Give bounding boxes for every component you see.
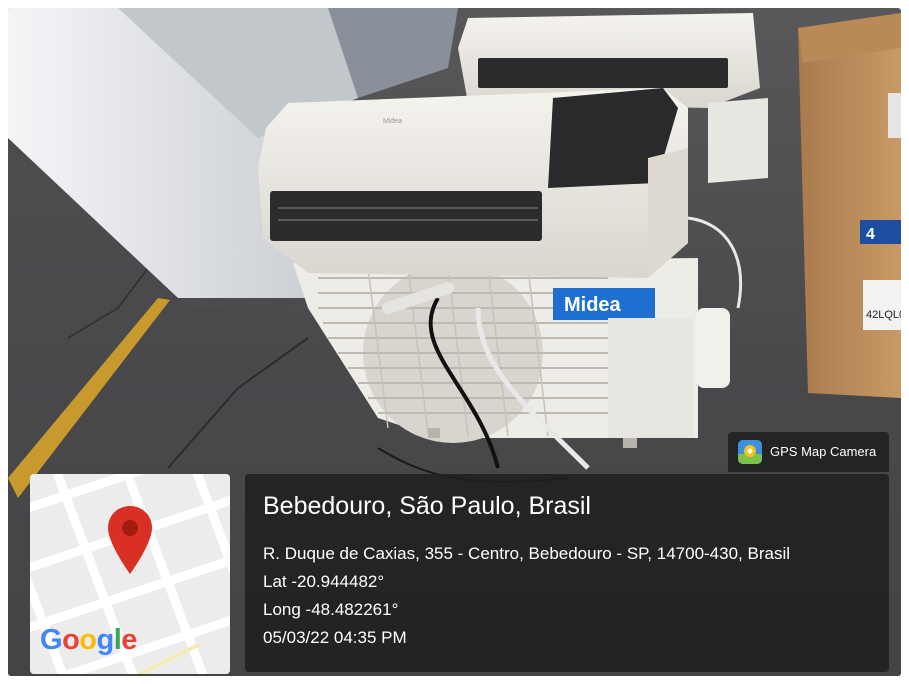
cardboard-box: [798, 13, 901, 398]
app-label: GPS Map Camera: [770, 444, 877, 459]
photo-frame: 4 42LQL0 Midea: [8, 8, 901, 676]
gps-camera-icon: [738, 440, 762, 464]
latitude-line: Lat -20.944482°: [263, 572, 385, 591]
address-line: R. Duque de Caxias, 355 - Centro, Bebedo…: [263, 544, 790, 563]
box-label-code: 42LQL0: [866, 309, 901, 321]
location-title: Bebedouro, São Paulo, Brasil: [263, 492, 591, 520]
outdoor-brand-label: Midea: [564, 294, 622, 316]
drain-container: [696, 308, 730, 388]
map-thumbnail: Google: [30, 474, 230, 674]
box-label-number: 4: [866, 226, 875, 243]
indoor-brand-label: Midea: [383, 118, 402, 125]
longitude-line: Long -48.482261°: [263, 600, 399, 619]
google-logo: Google: [40, 624, 137, 656]
map-pin-icon: [108, 506, 152, 574]
gps-map-camera-badge: GPS Map Camera: [728, 432, 889, 472]
datetime-line: 05/03/22 04:35 PM: [263, 628, 407, 647]
location-info-card: Bebedouro, São Paulo, Brasil R. Duque de…: [245, 474, 889, 672]
